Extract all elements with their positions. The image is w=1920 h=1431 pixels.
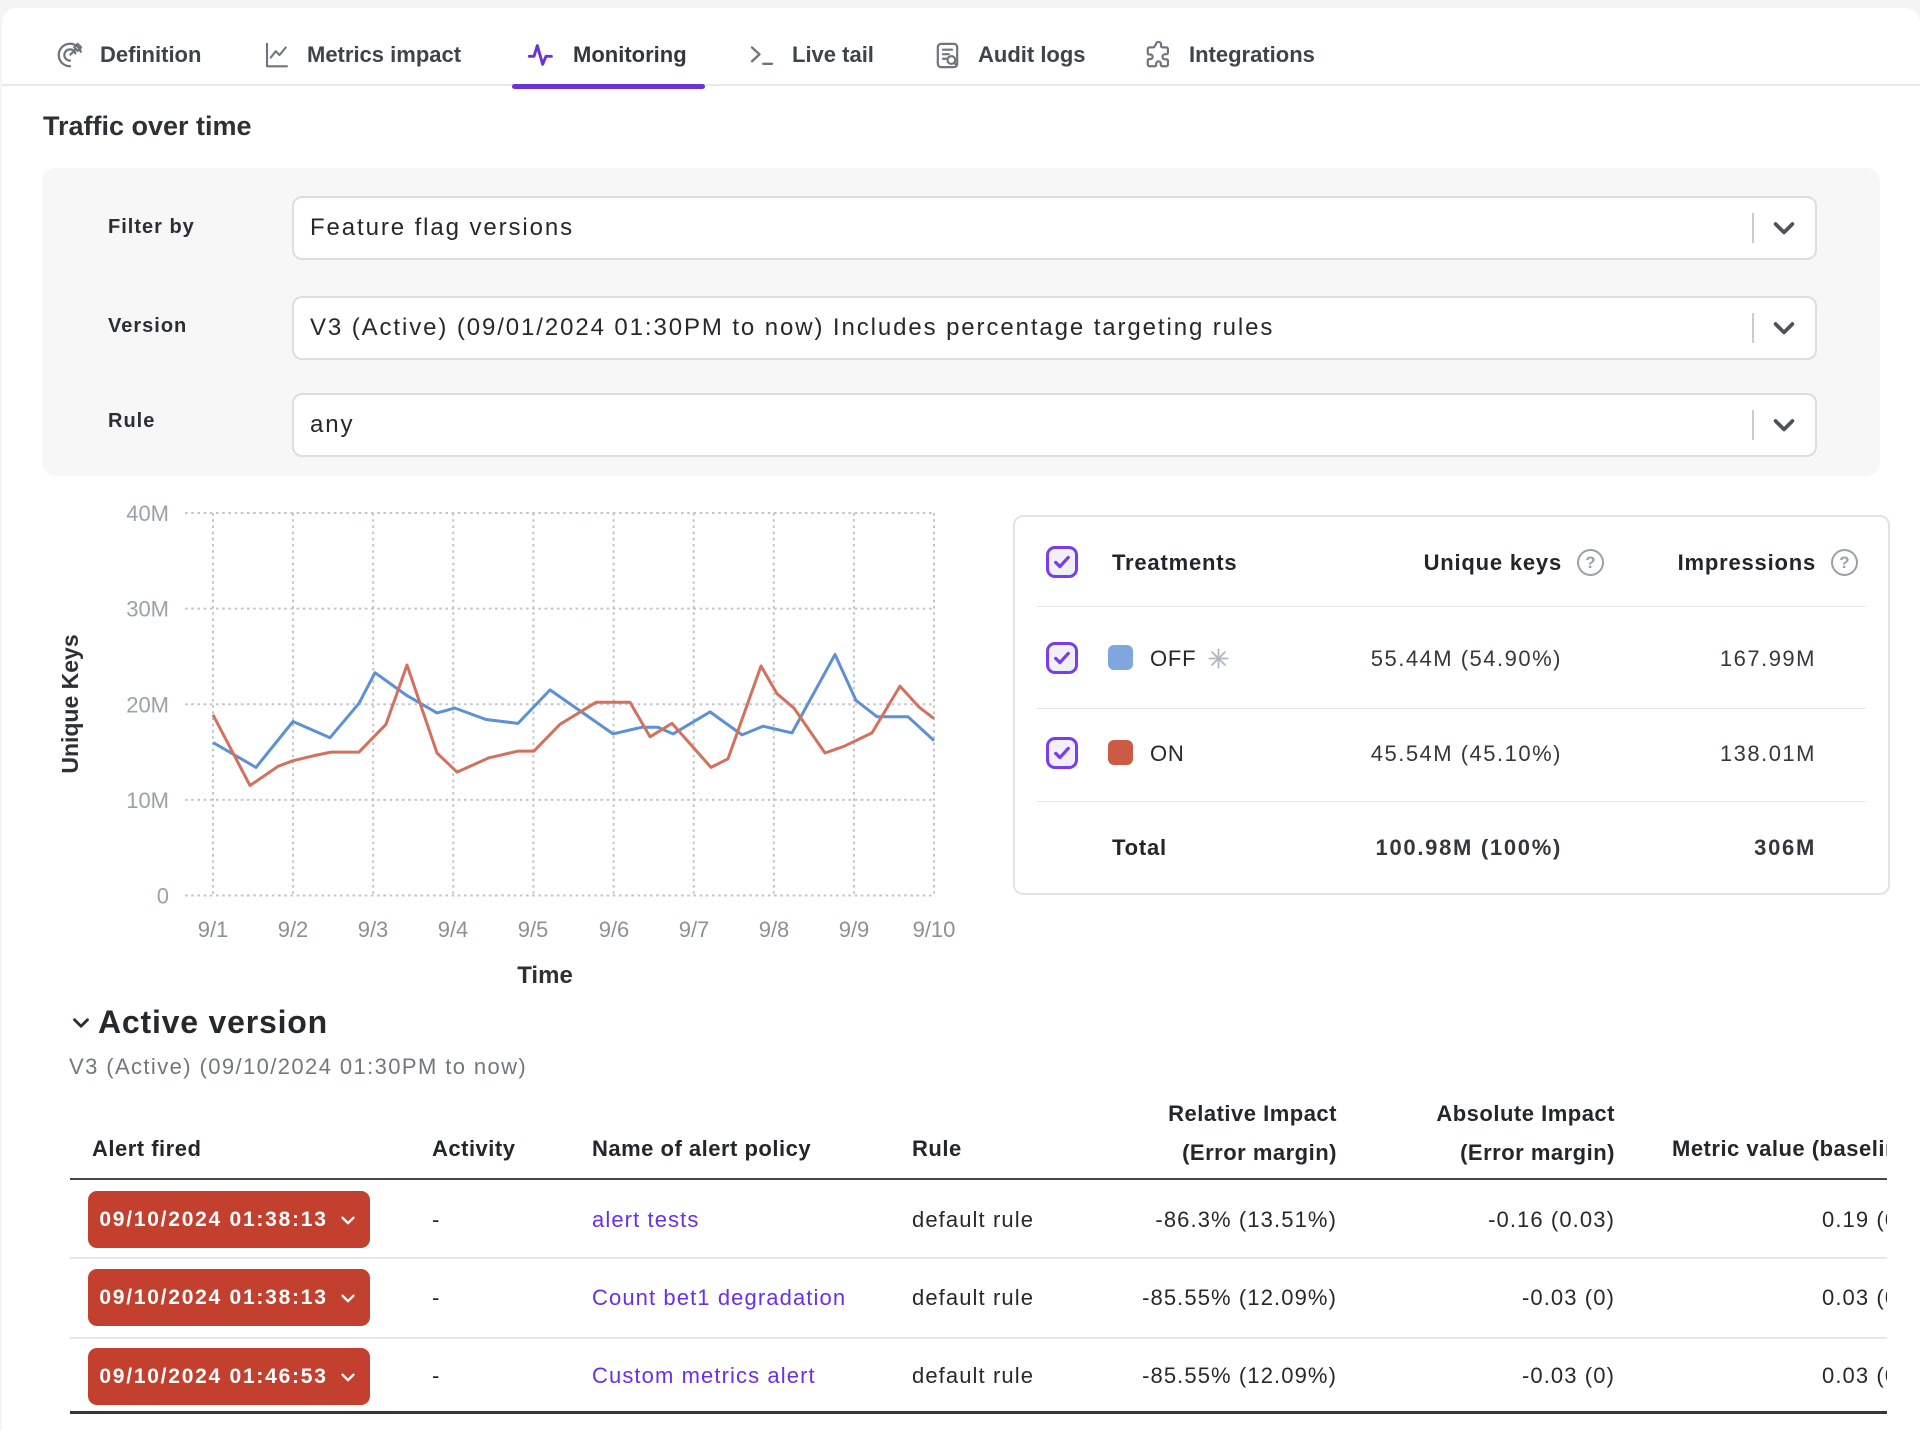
svg-text:40M: 40M — [126, 501, 169, 526]
svg-text:10M: 10M — [126, 788, 169, 813]
svg-text:Time: Time — [517, 962, 573, 989]
svg-text:Unique Keys: Unique Keys — [57, 634, 83, 773]
svg-text:9/1: 9/1 — [198, 917, 229, 942]
svg-text:9/3: 9/3 — [358, 917, 389, 942]
svg-text:30M: 30M — [126, 597, 169, 622]
svg-text:9/9: 9/9 — [839, 917, 870, 942]
svg-text:0: 0 — [157, 884, 169, 909]
svg-text:9/5: 9/5 — [518, 917, 549, 942]
svg-text:20M: 20M — [126, 692, 169, 717]
svg-text:9/7: 9/7 — [679, 917, 710, 942]
svg-text:9/4: 9/4 — [438, 917, 469, 942]
svg-text:9/6: 9/6 — [599, 917, 630, 942]
svg-text:9/8: 9/8 — [759, 917, 790, 942]
svg-text:9/2: 9/2 — [278, 917, 309, 942]
svg-text:9/10: 9/10 — [913, 917, 956, 942]
